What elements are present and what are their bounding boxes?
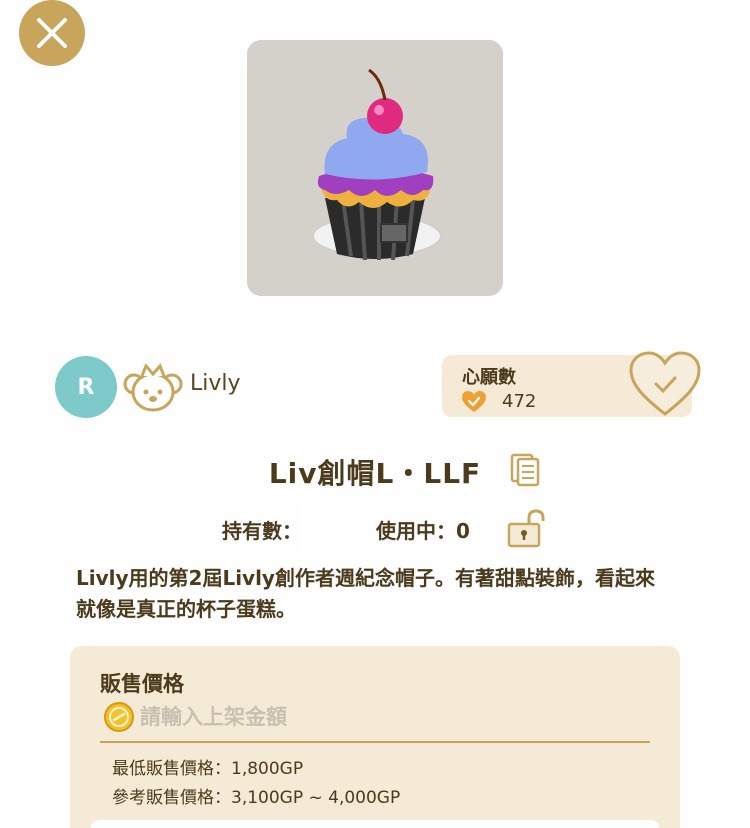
owned-count-value — [300, 505, 336, 553]
unlock-icon[interactable] — [507, 508, 549, 548]
in-use-count: 使用中：0 — [376, 519, 470, 543]
creator-name[interactable]: Livly — [190, 371, 241, 396]
copy-icon[interactable] — [510, 453, 540, 487]
heart-check-icon — [462, 391, 486, 412]
avatar-letter: R — [77, 374, 95, 400]
reference-sale-price: 參考販售價格：3,100GP ~ 4,000GP — [112, 788, 401, 808]
item-title-row: Liv創帽L・LLF — [0, 452, 750, 492]
close-icon — [37, 18, 67, 48]
sale-price-panel: 販售價格 最低販售價格：1,800GP 參考販售價格：3,100GP ~ 4,0… — [70, 646, 680, 828]
close-button[interactable] — [19, 0, 85, 66]
item-description: Livly用的第2屆Livly創作者週紀念帽子。有著甜點裝飾，看起來就像是真正的… — [76, 566, 655, 621]
min-sale-price: 最低販售價格：1,800GP — [112, 759, 304, 779]
creator-mascot-icon — [123, 363, 183, 412]
listing-price-input[interactable] — [140, 700, 640, 734]
wishlist-count: 472 — [502, 391, 537, 412]
next-section-card — [90, 820, 660, 828]
gp-coin-icon — [104, 702, 134, 732]
cupcake-hat-image — [312, 68, 442, 261]
owned-count-label: 持有數： — [222, 519, 302, 543]
wishlist-label: 心願數 — [462, 367, 516, 388]
user-avatar[interactable]: R — [55, 356, 117, 418]
sale-price-title: 販售價格 — [100, 672, 184, 696]
add-to-wishlist-button[interactable] — [628, 350, 702, 418]
price-input-underline — [100, 741, 650, 743]
item-image-card — [247, 40, 503, 296]
item-title: Liv創帽L・LLF — [268, 457, 482, 490]
